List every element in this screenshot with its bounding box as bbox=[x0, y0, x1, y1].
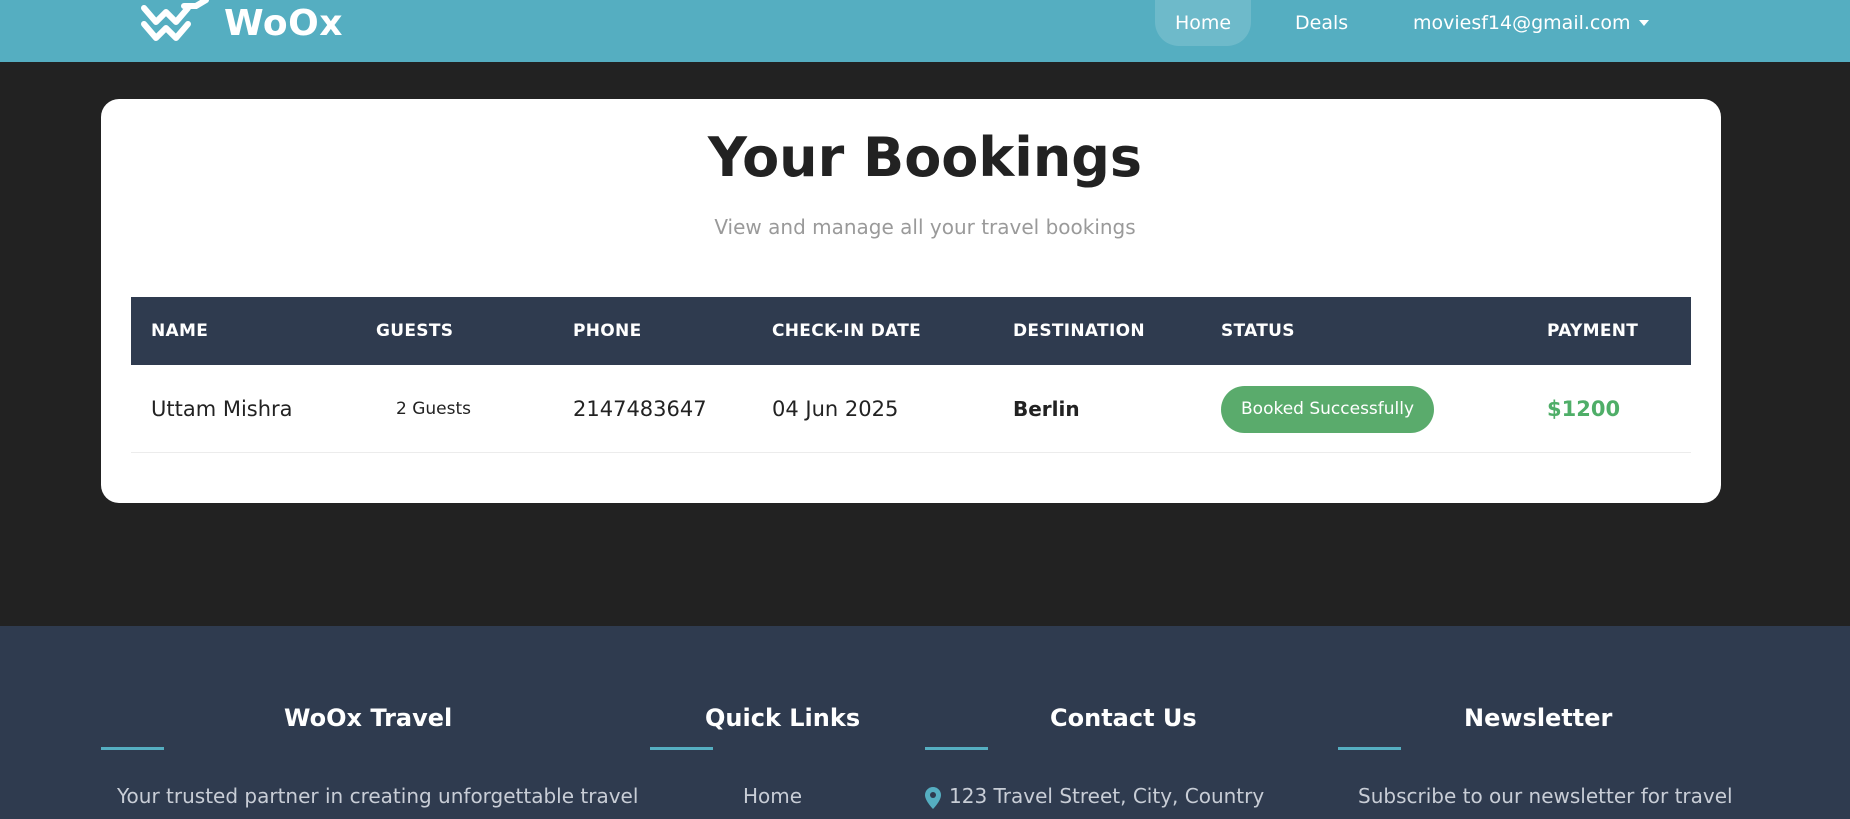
contact-address-text: 123 Travel Street, City, Country bbox=[949, 784, 1265, 808]
page-title: Your Bookings bbox=[707, 126, 1143, 189]
brand-logo[interactable]: WoOx bbox=[140, 0, 343, 46]
footer-contact-underline bbox=[925, 747, 988, 750]
column-header-phone: PHONE bbox=[573, 321, 642, 341]
footer-links-heading: Quick Links bbox=[705, 704, 861, 732]
footer-about-text: Your trusted partner in creating unforge… bbox=[117, 784, 639, 808]
nav-deals[interactable]: Deals bbox=[1295, 0, 1348, 46]
column-header-name: NAME bbox=[151, 321, 209, 341]
user-email: moviesf14@gmail.com bbox=[1413, 12, 1631, 34]
footer-newsletter-heading: Newsletter bbox=[1464, 704, 1613, 732]
logo-text: WoOx bbox=[224, 2, 343, 44]
column-header-status: STATUS bbox=[1221, 321, 1295, 341]
bookings-table-header: NAME GUESTS PHONE CHECK-IN DATE DESTINAT… bbox=[131, 297, 1691, 365]
footer-links-underline bbox=[650, 747, 713, 750]
booking-checkin-date: 04 Jun 2025 bbox=[772, 397, 899, 421]
booking-phone: 2147483647 bbox=[573, 397, 707, 421]
site-footer: WoOx Travel Your trusted partner in crea… bbox=[0, 626, 1850, 819]
map-pin-icon bbox=[925, 786, 941, 809]
column-header-destination: DESTINATION bbox=[1013, 321, 1145, 341]
column-header-payment: PAYMENT bbox=[1547, 321, 1639, 341]
booking-guests: 2 Guests bbox=[396, 399, 472, 419]
footer-contact-heading: Contact Us bbox=[1050, 704, 1197, 732]
footer-about-heading: WoOx Travel bbox=[284, 704, 453, 732]
nav-home[interactable]: Home bbox=[1155, 0, 1251, 46]
woox-logo-icon bbox=[141, 0, 209, 41]
top-navbar: WoOx Home Deals moviesf14@gmail.com bbox=[0, 0, 1850, 62]
footer-newsletter-underline bbox=[1338, 747, 1401, 750]
booking-payment: $1200 bbox=[1547, 397, 1621, 421]
footer-newsletter-text: Subscribe to our newsletter for travel bbox=[1358, 784, 1733, 808]
column-header-checkin: CHECK-IN DATE bbox=[772, 321, 922, 341]
footer-link-home[interactable]: Home bbox=[743, 784, 802, 808]
footer-contact-address: 123 Travel Street, City, Country bbox=[925, 784, 1264, 809]
status-badge: Booked Successfully bbox=[1221, 385, 1435, 433]
booking-name: Uttam Mishra bbox=[151, 397, 293, 421]
page-subtitle: View and manage all your travel bookings bbox=[714, 215, 1136, 239]
caret-down-icon bbox=[1638, 20, 1649, 26]
footer-about-underline bbox=[101, 747, 164, 750]
table-row: Uttam Mishra 2 Guests 2147483647 04 Jun … bbox=[131, 365, 1691, 453]
booking-destination: Berlin bbox=[1013, 397, 1080, 421]
status-cell: Booked Successfully bbox=[1221, 365, 1435, 453]
user-menu-dropdown[interactable]: moviesf14@gmail.com bbox=[1413, 0, 1649, 46]
column-header-guests: GUESTS bbox=[376, 321, 454, 341]
